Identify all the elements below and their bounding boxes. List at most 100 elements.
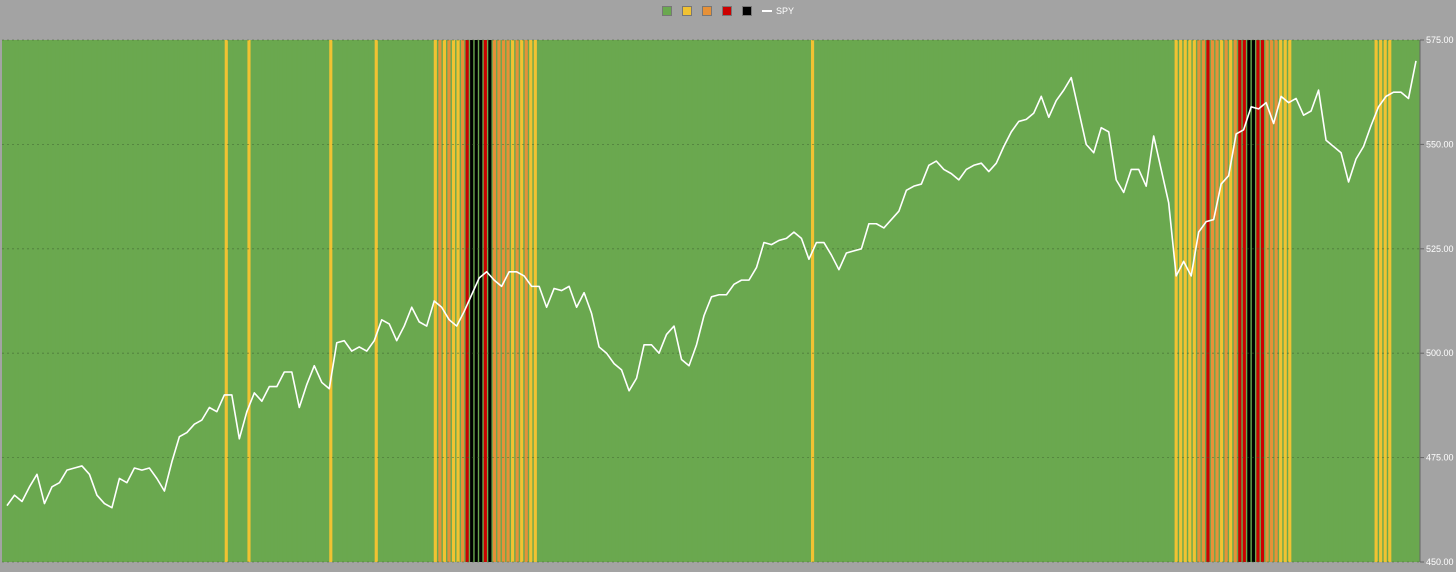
regime-bar — [1329, 40, 1333, 562]
regime-bar — [501, 40, 506, 562]
regime-bar — [411, 40, 415, 562]
regime-bar — [1097, 40, 1101, 562]
regime-bar — [65, 40, 69, 562]
regime-bar — [947, 40, 951, 562]
regime-bar — [174, 40, 178, 562]
y-tick-label: 475.00 — [1426, 453, 1454, 463]
regime-bar — [183, 40, 187, 562]
regime-bar — [651, 40, 656, 562]
regime-bar — [1006, 40, 1010, 562]
regime-bar — [1351, 40, 1355, 562]
regime-bar — [33, 40, 37, 562]
regime-bar — [979, 40, 983, 562]
regime-bar — [724, 40, 728, 562]
regime-bar — [592, 40, 596, 562]
regime-bar — [1306, 40, 1310, 562]
regime-bar — [438, 40, 442, 562]
regime-bar — [992, 40, 996, 562]
regime-bar — [1056, 40, 1060, 562]
regime-bar — [1074, 40, 1078, 562]
regime-bar — [383, 40, 387, 562]
regime-bar — [838, 40, 842, 562]
regime-bar — [1170, 40, 1174, 562]
regime-bar — [374, 40, 378, 562]
regime-bar — [779, 40, 783, 562]
regime-bar — [1233, 40, 1237, 562]
regime-bar — [356, 40, 360, 562]
regime-bar — [1020, 40, 1024, 562]
regime-bar — [242, 40, 247, 562]
regime-bar — [506, 40, 510, 562]
regime-bar — [674, 40, 678, 562]
y-tick-label: 550.00 — [1426, 139, 1454, 149]
regime-bar — [997, 40, 1001, 562]
regime-bar — [397, 40, 401, 562]
regime-bar — [401, 40, 406, 562]
regime-bar — [733, 40, 737, 562]
regime-bar — [1201, 40, 1205, 562]
regime-bar — [274, 40, 278, 562]
regime-bar — [956, 40, 960, 562]
regime-bar — [520, 40, 524, 562]
regime-bar — [760, 40, 765, 562]
regime-bar — [83, 40, 87, 562]
regime-bar — [738, 40, 742, 562]
regime-bar — [665, 40, 669, 562]
regime-bar — [1265, 40, 1269, 562]
regime-bar — [147, 40, 151, 562]
regime-bar — [88, 40, 92, 562]
regime-bar — [365, 40, 369, 562]
regime-bar — [797, 40, 801, 562]
regime-bar — [629, 40, 633, 562]
regime-bar — [1374, 40, 1378, 562]
regime-bar — [915, 40, 919, 562]
regime-bar — [1133, 40, 1137, 562]
regime-bar — [1365, 40, 1369, 562]
regime-bar — [1360, 40, 1365, 562]
regime-bar — [1051, 40, 1056, 562]
regime-bar — [1047, 40, 1051, 562]
regime-bar — [1142, 40, 1146, 562]
regime-bar — [1406, 40, 1410, 562]
regime-bar — [1415, 40, 1419, 562]
regime-bar — [1106, 40, 1110, 562]
regime-bar — [697, 40, 701, 562]
regime-bar — [729, 40, 733, 562]
regime-bar — [1410, 40, 1415, 562]
regime-bar — [870, 40, 874, 562]
regime-bar — [1251, 40, 1255, 562]
regime-bar — [742, 40, 746, 562]
regime-bar — [556, 40, 560, 562]
regime-bar — [311, 40, 315, 562]
regime-bar — [1029, 40, 1033, 562]
regime-bar — [1129, 40, 1133, 562]
regime-bar — [497, 40, 501, 562]
regime-bar — [247, 40, 251, 562]
regime-bar — [392, 40, 396, 562]
regime-bar — [1220, 40, 1224, 562]
regime-bar — [788, 40, 792, 562]
regime-bar — [101, 40, 106, 562]
regime-bar — [1356, 40, 1360, 562]
chart-stage: SPY 450.00 475.00 500.00 525.00 550.00 575.00 — [0, 0, 1456, 572]
regime-bar — [324, 40, 328, 562]
regime-bar — [747, 40, 751, 562]
regime-bar — [933, 40, 937, 562]
regime-bar — [315, 40, 319, 562]
regime-bar — [329, 40, 333, 562]
regime-bar — [1110, 40, 1115, 562]
regime-bar — [1015, 40, 1019, 562]
regime-bar — [461, 40, 465, 562]
regime-bar — [474, 40, 478, 562]
regime-bar — [1297, 40, 1301, 562]
regime-bar — [820, 40, 824, 562]
regime-bar — [229, 40, 233, 562]
regime-bar — [206, 40, 210, 562]
regime-bar — [1292, 40, 1296, 562]
regime-bar — [1370, 40, 1374, 562]
regime-bar — [970, 40, 974, 562]
regime-bar — [1197, 40, 1201, 562]
regime-bar — [483, 40, 487, 562]
regime-bar — [815, 40, 819, 562]
regime-bar — [551, 40, 556, 562]
